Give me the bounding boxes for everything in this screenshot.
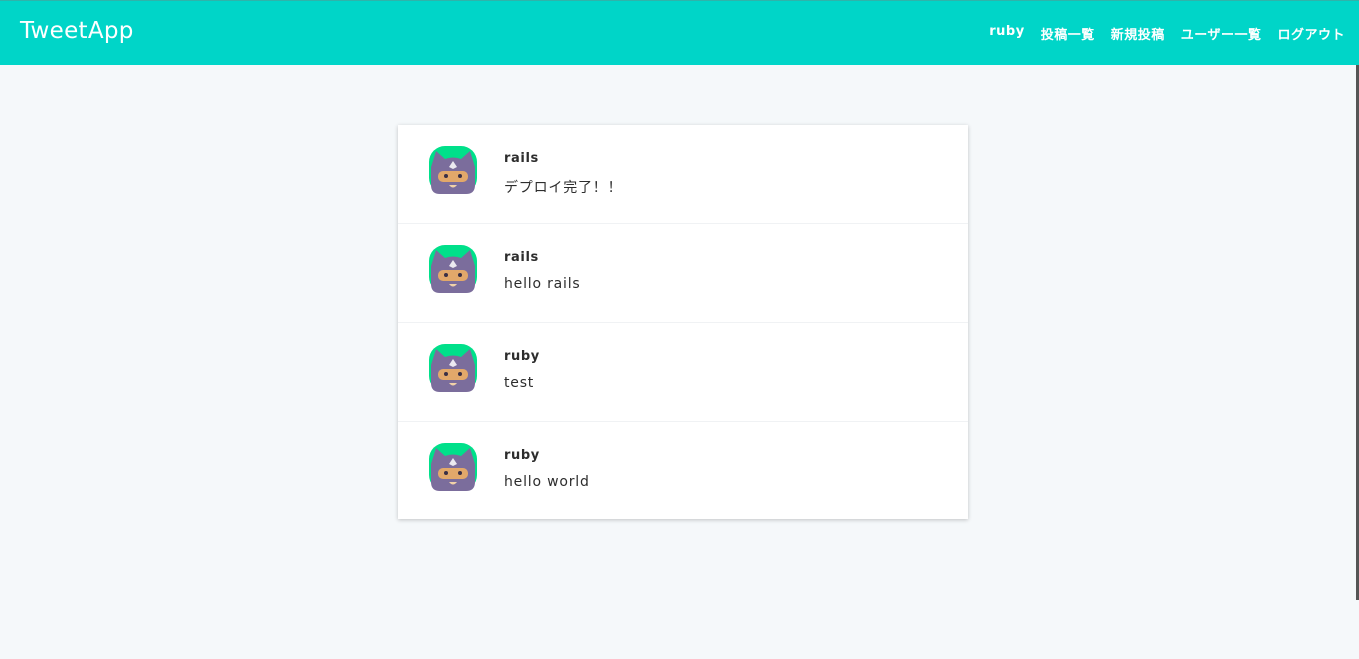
post-content[interactable]: hello world — [504, 474, 590, 490]
post-content[interactable]: test — [504, 375, 534, 391]
user-avatar-icon[interactable] — [428, 145, 478, 195]
user-avatar-icon[interactable] — [428, 442, 478, 492]
nav-link-new-post[interactable]: 新規投稿 — [1111, 24, 1165, 43]
post-user-name[interactable]: rails — [504, 250, 539, 265]
post-user-name[interactable]: rails — [504, 151, 539, 166]
post-item[interactable]: ruby hello world — [398, 422, 968, 519]
post-item[interactable]: rails hello rails — [398, 224, 968, 323]
posts-list: rails デプロイ完了！！ rails hello rails ruby te… — [398, 125, 968, 519]
user-avatar-icon[interactable] — [428, 343, 478, 393]
post-item[interactable]: rails デプロイ完了！！ — [398, 125, 968, 224]
app-logo[interactable]: TweetApp — [20, 18, 134, 44]
post-user-name[interactable]: ruby — [504, 448, 540, 463]
nav-link-current-user[interactable]: ruby — [989, 24, 1024, 43]
app-header: TweetApp ruby 投稿一覧 新規投稿 ユーザー一覧 ログアウト — [0, 0, 1359, 65]
post-item[interactable]: ruby test — [398, 323, 968, 422]
header-nav: ruby 投稿一覧 新規投稿 ユーザー一覧 ログアウト — [989, 24, 1345, 43]
nav-link-users-index[interactable]: ユーザー一覧 — [1181, 24, 1262, 43]
user-avatar-icon[interactable] — [428, 244, 478, 294]
post-user-name[interactable]: ruby — [504, 349, 540, 364]
post-content[interactable]: デプロイ完了！！ — [504, 177, 622, 197]
nav-link-logout[interactable]: ログアウト — [1277, 24, 1345, 43]
nav-link-posts-index[interactable]: 投稿一覧 — [1041, 24, 1095, 43]
post-content[interactable]: hello rails — [504, 276, 581, 292]
